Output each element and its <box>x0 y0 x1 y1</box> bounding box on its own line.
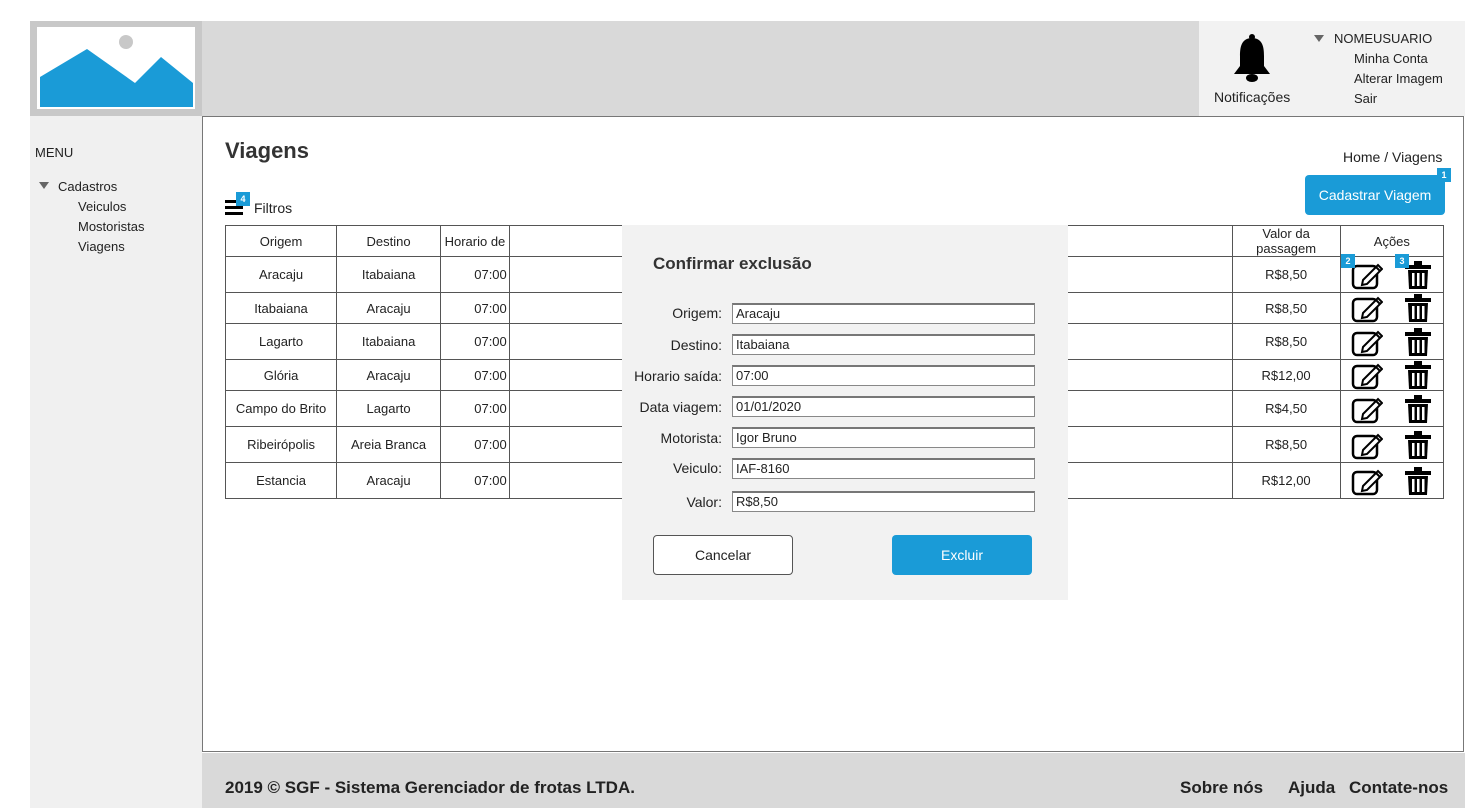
trash-icon[interactable] <box>1403 293 1433 323</box>
cell-destino: Lagarto <box>336 390 442 427</box>
dialog-title: Confirmar exclusão <box>653 254 812 273</box>
col-origem: Origem <box>224 225 338 257</box>
footer: 2019 © SGF - Sistema Gerenciador de frot… <box>202 753 1465 808</box>
create-trip-button[interactable]: Cadastrar Viagem <box>1305 175 1445 215</box>
field-valor[interactable]: R$8,50 <box>732 491 1035 512</box>
cell-valor: R$8,50 <box>1231 323 1341 360</box>
cell-destino: Aracaju <box>336 359 442 391</box>
cell-acoes <box>1339 323 1445 360</box>
menu-minha-conta[interactable]: Minha Conta <box>1354 51 1428 66</box>
delete-badge: 3 <box>1395 254 1409 268</box>
edit-badge: 2 <box>1341 254 1355 268</box>
footer-link-contato[interactable]: Contate-nos <box>1349 778 1448 798</box>
cell-valor: R$12,00 <box>1231 462 1341 499</box>
cancel-button[interactable]: Cancelar <box>653 535 793 575</box>
breadcrumb[interactable]: Home / Viagens <box>1343 149 1442 165</box>
label-valor: Valor: <box>686 494 722 510</box>
notifications-button[interactable]: Notificações <box>1205 30 1300 110</box>
cell-valor: R$8,50 <box>1231 256 1341 293</box>
cell-destino: Itabaiana <box>336 323 442 360</box>
cell-valor: R$8,50 <box>1231 426 1341 463</box>
label-destino: Destino: <box>670 337 722 353</box>
sidebar-item-viagens[interactable]: Viagens <box>78 239 125 254</box>
col-valor: Valor da passagem <box>1231 225 1341 257</box>
field-motorista[interactable]: Igor Bruno <box>732 427 1035 448</box>
sidebar: MENU Cadastros Veiculos Mostoristas Viag… <box>30 116 202 808</box>
label-veiculo: Veiculo: <box>672 460 722 476</box>
delete-confirm-button[interactable]: Excluir <box>892 535 1032 575</box>
trash-icon[interactable] <box>1403 327 1433 357</box>
cell-acoes <box>1339 292 1445 324</box>
cell-horario: 07:00 <box>440 292 510 324</box>
edit-icon[interactable] <box>1351 466 1384 496</box>
caret-down-icon <box>1314 35 1324 42</box>
cell-origem: Itabaiana <box>224 292 338 324</box>
cell-valor: R$8,50 <box>1231 292 1341 324</box>
cell-horario: 07:00 <box>440 462 510 499</box>
cell-destino: Areia Branca <box>336 426 442 463</box>
page-title: Viagens <box>225 138 309 163</box>
notifications-label: Notificações <box>1214 89 1291 105</box>
user-name: NOMEUSUARIO <box>1334 31 1433 46</box>
create-badge: 1 <box>1437 168 1451 182</box>
cell-horario: 07:00 <box>440 256 510 293</box>
cell-valor: R$12,00 <box>1231 359 1341 391</box>
col-acoes: Ações <box>1339 225 1445 257</box>
footer-copyright: 2019 © SGF - Sistema Gerenciador de frot… <box>225 778 635 797</box>
label-data: Data viagem: <box>639 399 722 415</box>
field-data[interactable]: 01/01/2020 <box>732 396 1035 417</box>
sidebar-item-veiculos[interactable]: Veiculos <box>78 199 126 214</box>
cell-acoes <box>1339 426 1445 463</box>
edit-icon[interactable] <box>1351 327 1384 357</box>
col-destino: Destino <box>336 225 442 257</box>
caret-down-icon <box>39 182 49 189</box>
label-motorista: Motorista: <box>660 430 722 446</box>
label-origem: Origem: <box>672 305 722 321</box>
menu-sair[interactable]: Sair <box>1354 91 1377 106</box>
field-origem[interactable]: Aracaju <box>732 303 1035 324</box>
edit-icon[interactable] <box>1351 394 1384 424</box>
cell-acoes <box>1339 256 1445 293</box>
cell-valor: R$4,50 <box>1231 390 1341 427</box>
cell-acoes <box>1339 462 1445 499</box>
cell-origem: Ribeirópolis <box>224 426 338 463</box>
filters-label: Filtros <box>254 200 293 216</box>
label-horario: Horario saída: <box>634 368 722 384</box>
cell-destino: Aracaju <box>336 462 442 499</box>
edit-icon[interactable] <box>1351 430 1384 460</box>
edit-icon[interactable] <box>1351 293 1384 323</box>
trash-icon[interactable] <box>1403 394 1433 424</box>
cell-horario: 07:00 <box>440 390 510 427</box>
cell-destino: Itabaiana <box>336 256 442 293</box>
cell-acoes <box>1339 359 1445 391</box>
trash-icon[interactable] <box>1403 466 1433 496</box>
filter-badge: 4 <box>236 192 250 206</box>
cell-origem: Estancia <box>224 462 338 499</box>
footer-link-sobre[interactable]: Sobre nós <box>1180 778 1263 798</box>
trash-icon[interactable] <box>1403 430 1433 460</box>
cell-horario: 07:00 <box>440 426 510 463</box>
cell-origem: Aracaju <box>224 256 338 293</box>
cell-horario: 07:00 <box>440 359 510 391</box>
bell-icon <box>1234 34 1270 82</box>
menu-alterar-imagem[interactable]: Alterar Imagem <box>1354 71 1443 86</box>
cell-destino: Aracaju <box>336 292 442 324</box>
footer-link-ajuda[interactable]: Ajuda <box>1288 778 1335 798</box>
cell-origem: Campo do Brito <box>224 390 338 427</box>
sidebar-group-cadastros[interactable]: Cadastros <box>58 179 117 194</box>
field-veiculo[interactable]: IAF-8160 <box>732 458 1035 479</box>
field-destino[interactable]: Itabaiana <box>732 334 1035 355</box>
sidebar-item-motoristas[interactable]: Mostoristas <box>78 219 144 234</box>
sidebar-title: MENU <box>35 145 74 160</box>
edit-icon[interactable] <box>1351 260 1384 290</box>
col-horario: Horario de <box>440 225 510 257</box>
cell-origem: Glória <box>224 359 338 391</box>
cell-horario: 07:00 <box>440 323 510 360</box>
cell-origem: Lagarto <box>224 323 338 360</box>
field-horario[interactable]: 07:00 <box>732 365 1035 386</box>
image-placeholder-icon <box>37 27 195 109</box>
edit-icon[interactable] <box>1351 360 1384 390</box>
trash-icon[interactable] <box>1403 360 1433 390</box>
cell-acoes <box>1339 390 1445 427</box>
